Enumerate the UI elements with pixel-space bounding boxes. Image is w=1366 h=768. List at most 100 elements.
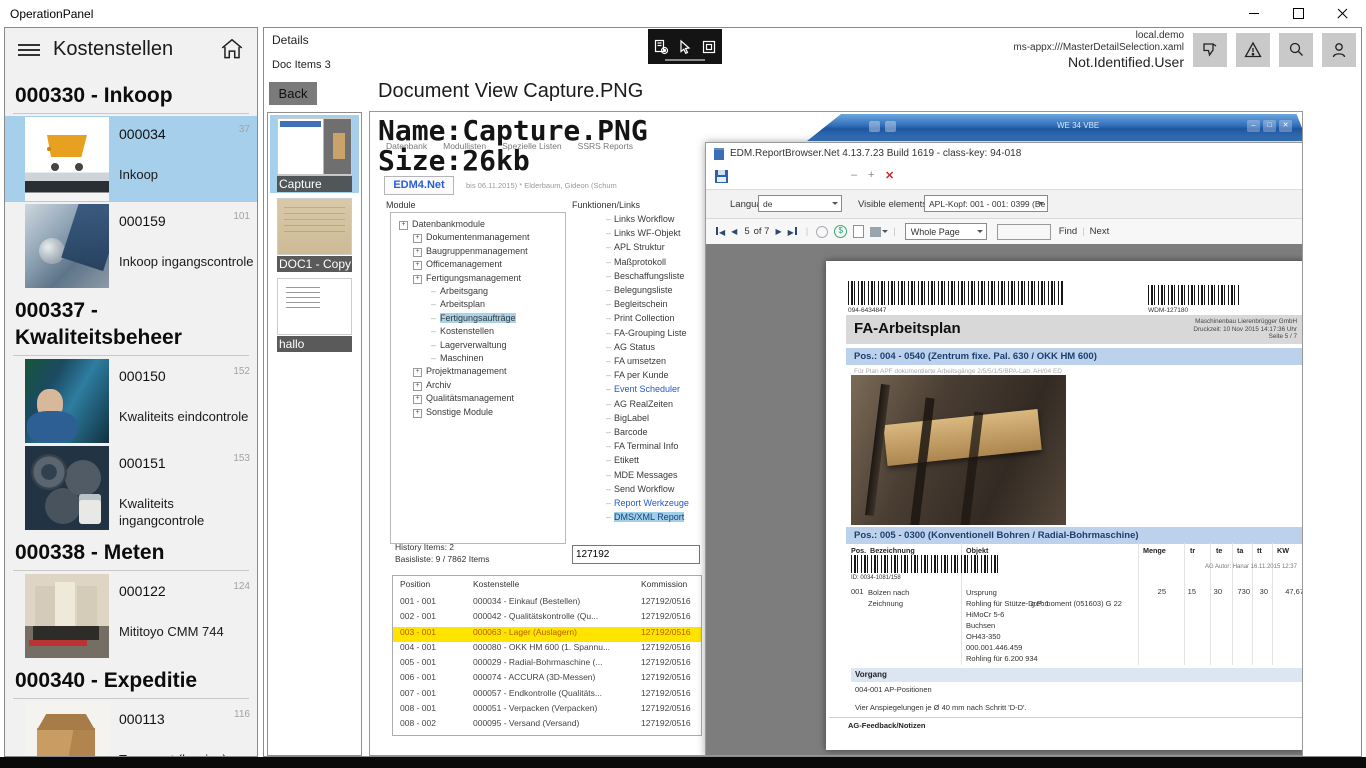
item-count-badge: 152 [233, 366, 250, 377]
captured-os-icon [869, 121, 880, 132]
captured-th: Bezeichnung [870, 546, 915, 555]
thumbs-down-icon [1203, 43, 1217, 57]
doc-thumbnail-image [277, 198, 352, 255]
item-label: Inkoop [119, 167, 159, 182]
item-count-badge: 153 [233, 453, 250, 464]
captured-language-select: de [758, 195, 842, 212]
doc-thumbnail[interactable]: hallo [270, 275, 359, 353]
captured-tree-item: Dokumentenmanagement [391, 231, 565, 244]
search-button[interactable] [1279, 33, 1313, 67]
item-photo [25, 574, 109, 658]
item-photo [25, 204, 109, 288]
item-code: 000113 [119, 711, 165, 727]
item-count-badge: 124 [233, 581, 250, 592]
pointer-icon[interactable] [677, 39, 693, 55]
captured-link-item: Event Scheduler [596, 382, 704, 396]
captured-divider [829, 717, 1302, 718]
kostenstelle-item[interactable]: 000151 153 Kwaliteits ingangcontrole [5, 445, 257, 531]
divider [13, 355, 249, 356]
kostenstelle-item[interactable]: 000113 116 Transport (lossing) [5, 701, 257, 756]
captured-link-item: FA umsetzen [596, 354, 704, 368]
captured-tree-item: Officemanagement [391, 258, 565, 271]
item-label: Transport (lossing) [119, 751, 255, 756]
captured-tree-item: Fertigungsmanagement [391, 272, 565, 285]
captured-link-item: Links Workflow [596, 212, 704, 226]
captured-vorgang-line: 004-001 AP-Positionen [855, 685, 932, 694]
captured-gridline [1138, 543, 1139, 665]
captured-barcode [848, 281, 1063, 305]
item-photo [25, 359, 109, 443]
captured-reportbrowser-window: WE 34 VBE – □ ✕ EDM.ReportBrowser.Net 4.… [705, 114, 1302, 755]
kostenstelle-item[interactable]: 000150 152 Kwaliteits eindcontrole [5, 358, 257, 444]
captured-objekt-column: Ursprung Rohling für Stütze-Drehmoment (0… [966, 587, 1122, 664]
captured-refresh-icon [816, 225, 829, 238]
warning-button[interactable] [1236, 33, 1270, 67]
feedback-button[interactable] [1193, 33, 1227, 67]
frame-icon[interactable] [701, 39, 717, 55]
divider [13, 698, 249, 699]
captured-base-list: Basisliste: 9 / 7862 Items [395, 554, 490, 564]
captured-save-icon [715, 170, 728, 183]
captured-viewer-toolbar: ◀ ◀ 5 of 7 ▶ ▶ | $ | Whole Page Find | N… [706, 219, 1302, 245]
hamburger-menu-icon[interactable] [18, 44, 40, 58]
maximize-button[interactable] [1276, 0, 1320, 27]
kostenstelle-item[interactable]: 000122 124 Mititoyo CMM 744 [5, 573, 257, 659]
captured-col-position: Position [400, 579, 431, 589]
home-icon[interactable] [219, 36, 245, 62]
captured-link-item: Belegungsliste [596, 283, 704, 297]
captured-page-current: 5 [744, 226, 750, 237]
captured-num: 30 [1259, 587, 1268, 596]
captured-barcode [851, 555, 1001, 573]
close-button[interactable] [1320, 0, 1364, 27]
captured-table-row: 005 - 001 000029 - Radial-Bohrmaschine (… [400, 657, 691, 668]
back-button[interactable]: Back [269, 82, 317, 105]
captured-link-item: FA Terminal Info [596, 439, 704, 453]
captured-link-item: Send Workflow [596, 482, 704, 496]
item-label: Kwaliteits eindcontrole [119, 409, 249, 424]
doc-thumbnail[interactable]: Capture [270, 115, 359, 193]
captured-th: ta [1237, 546, 1244, 555]
captured-barcode-label: 094-6434847 [848, 307, 887, 314]
item-code: 000151 [119, 455, 166, 471]
captured-workpiece-photo [851, 375, 1066, 525]
captured-os-restore: □ [1263, 120, 1276, 132]
item-label: Inkoop ingangscontrole [119, 254, 254, 269]
group-header: 000330 - Inkoop [15, 84, 173, 107]
page-uri: ms-appx:///MasterDetailSelection.xaml [1013, 42, 1184, 53]
doc-items-count: Doc Items 3 [272, 59, 331, 71]
group-header: 000338 - Meten [15, 541, 165, 564]
captured-history-count: History Items: 2 [395, 542, 455, 552]
captured-name-text: Name:Capture.PNG Size:26kb [378, 114, 648, 177]
captured-table-row: 007 - 001 000057 - Endkontrolle (Qualitä… [400, 687, 691, 698]
captured-th: tr [1190, 546, 1196, 555]
captured-tree-item: Archiv [391, 379, 565, 392]
item-count-badge: 37 [238, 124, 250, 135]
captured-num: 730 [1237, 587, 1250, 596]
minimize-button[interactable] [1232, 0, 1276, 27]
captured-link-item: Beschaffungsliste [596, 269, 704, 283]
captured-currency-icon: $ [834, 225, 848, 238]
captured-link-item: APL Struktur [596, 240, 704, 254]
captured-cell: g.P: 1 [1031, 601, 1050, 608]
doc-thumbnail[interactable]: DOC1 - Copy [270, 195, 359, 273]
captured-link-item: DMS/XML Report [596, 510, 704, 524]
captured-zoom-select: Whole Page [904, 223, 987, 240]
divider [13, 570, 249, 571]
captured-tree-item: Datenbankmodule [391, 218, 565, 231]
toolbar-drag-handle[interactable] [665, 59, 705, 61]
captured-table-row: 008 - 001 000051 - Verpacken (Verpacken)… [400, 703, 691, 714]
item-label: Mititoyo CMM 744 [119, 624, 224, 639]
captured-pos-band: Pos.: 005 - 0300 (Konventionell Bohren /… [846, 527, 1302, 544]
captured-report-meta: Maschinenbau Lierenbrügger GmbH Druckzei… [1193, 318, 1297, 340]
kostenstelle-item[interactable]: 000034 37 Inkoop [5, 116, 257, 202]
user-button[interactable] [1322, 33, 1356, 67]
captured-objekt-line: 000.001.446.459 [966, 643, 1023, 652]
captured-th: te [1216, 546, 1223, 555]
group-header: 000337 - Kwaliteitsbeheer [15, 299, 182, 349]
doc-thumbnail-caption: hallo [277, 336, 352, 352]
captured-gridline [1232, 543, 1233, 665]
doc-settings-icon[interactable] [653, 39, 669, 55]
captured-os-title: WE 34 VBE [1057, 121, 1100, 130]
kostenstelle-item[interactable]: 000159 101 Inkoop ingangscontrole [5, 203, 257, 289]
details-label: Details [272, 33, 309, 47]
